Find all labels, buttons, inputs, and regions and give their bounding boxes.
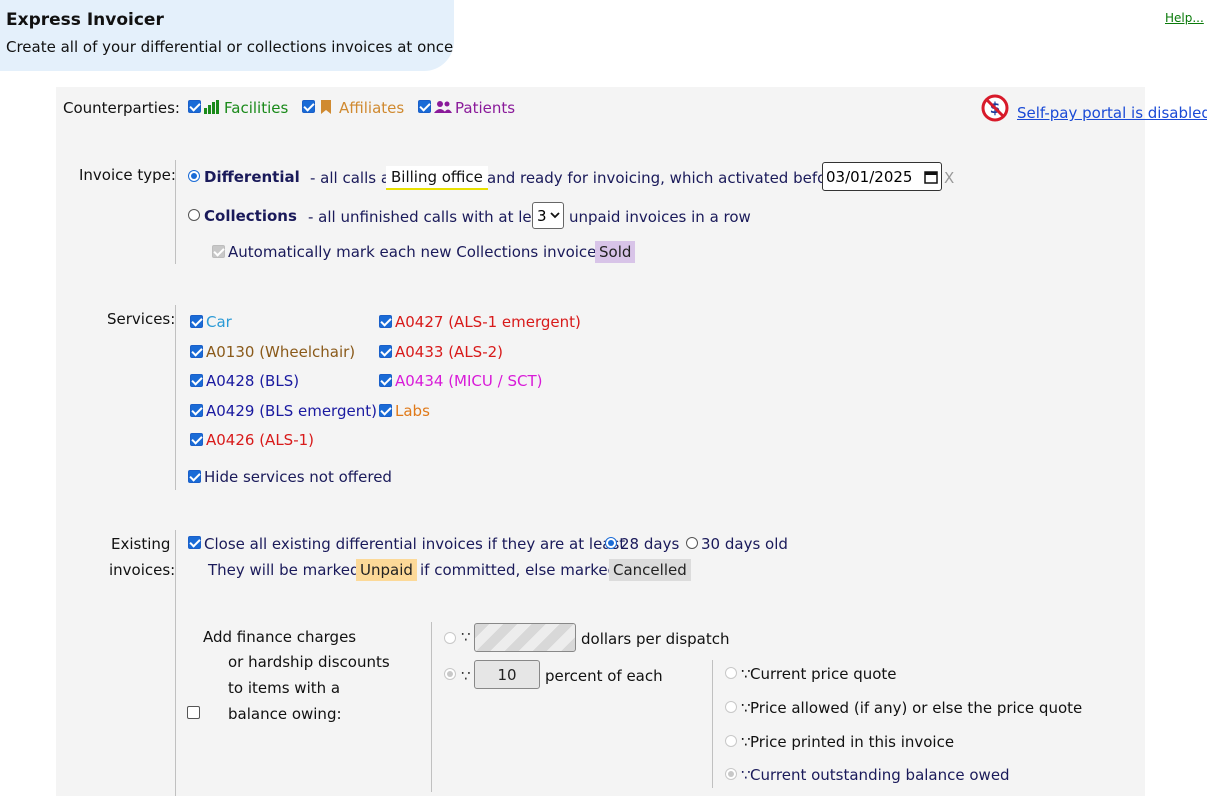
service-checkbox-labs[interactable] bbox=[379, 404, 392, 417]
divider bbox=[431, 622, 432, 792]
service-label: Car bbox=[206, 313, 232, 331]
invoice-type-label: Invoice type: bbox=[79, 166, 176, 184]
page-subtitle: Create all of your differential or colle… bbox=[6, 38, 454, 56]
basis-radio-printed[interactable] bbox=[725, 735, 737, 747]
selfpay-portal-link[interactable]: Self-pay portal is disabled bbox=[1017, 104, 1207, 122]
collections-text1: - all unfinished calls with at least bbox=[308, 208, 555, 226]
days-28-radio[interactable] bbox=[605, 537, 617, 549]
service-checkbox-car[interactable] bbox=[190, 315, 203, 328]
percent-label: percent of each bbox=[545, 667, 663, 685]
divider bbox=[175, 530, 176, 796]
help-link[interactable]: Help... bbox=[1165, 11, 1204, 25]
service-label: A0433 (ALS-2) bbox=[395, 343, 504, 361]
dollars-input[interactable] bbox=[474, 623, 576, 652]
service-checkbox-a0434[interactable] bbox=[379, 374, 392, 387]
facilities-label: Facilities bbox=[224, 99, 289, 117]
service-label: A0434 (MICU / SCT) bbox=[395, 372, 543, 390]
differential-text2: and ready for invoicing, which activated… bbox=[487, 169, 842, 187]
existing-label-line2: invoices: bbox=[109, 561, 176, 579]
service-label: A0427 (ALS-1 emergent) bbox=[395, 313, 581, 331]
basis-label: Price printed in this invoice bbox=[750, 733, 955, 751]
clear-date-button[interactable]: X bbox=[944, 169, 954, 187]
hide-services-checkbox[interactable] bbox=[188, 470, 201, 483]
no-selfpay-icon: $ bbox=[981, 94, 1009, 122]
location-selector[interactable]: Billing office bbox=[386, 166, 488, 190]
basis-label: Current outstanding balance owed bbox=[750, 766, 1010, 784]
close-existing-text: Close all existing differential invoices… bbox=[204, 535, 626, 553]
patients-checkbox[interactable] bbox=[418, 100, 431, 113]
close-existing-checkbox[interactable] bbox=[188, 536, 201, 549]
differential-text1: - all calls at bbox=[310, 169, 396, 187]
services-label: Services: bbox=[107, 310, 176, 328]
days-30-label: 30 days old bbox=[701, 535, 788, 553]
cancelled-badge: Cancelled bbox=[609, 559, 691, 581]
days-30-radio[interactable] bbox=[686, 537, 698, 549]
basis-label: Current price quote bbox=[750, 665, 897, 683]
divider bbox=[712, 660, 713, 788]
differential-radio[interactable] bbox=[188, 170, 200, 182]
days-28-label: 28 days bbox=[620, 535, 680, 553]
finance-line1: Add finance charges bbox=[203, 628, 357, 646]
marked-text1: They will be marked bbox=[208, 561, 360, 579]
finance-line4: balance owing: bbox=[228, 705, 342, 723]
basis-label: Price allowed (if any) or else the price… bbox=[750, 699, 1083, 717]
percent-input[interactable]: 10 bbox=[474, 660, 540, 689]
service-checkbox-a0433[interactable] bbox=[379, 345, 392, 358]
header-banner: Express Invoicer Create all of your diff… bbox=[0, 0, 454, 71]
drag-handle[interactable]: ∵ bbox=[461, 667, 471, 685]
service-checkbox-a0428[interactable] bbox=[190, 374, 203, 387]
date-value: 03/01/2025 bbox=[826, 168, 913, 186]
count-value: 3 bbox=[537, 207, 547, 225]
service-label: A0429 (BLS emergent) bbox=[206, 402, 377, 420]
page-title: Express Invoicer bbox=[6, 10, 164, 30]
affiliates-checkbox[interactable] bbox=[302, 100, 315, 113]
collections-radio[interactable] bbox=[188, 209, 200, 221]
patients-label: Patients bbox=[455, 99, 516, 117]
affiliates-label: Affiliates bbox=[339, 99, 405, 117]
calendar-icon[interactable] bbox=[924, 170, 938, 184]
service-label: Labs bbox=[395, 402, 430, 420]
unpaid-badge: Unpaid bbox=[356, 559, 417, 581]
unpaid-count-select[interactable]: 3 bbox=[532, 202, 564, 229]
users-icon bbox=[434, 101, 452, 113]
auto-mark-text: Automatically mark each new Collections … bbox=[228, 243, 619, 261]
dollars-radio[interactable] bbox=[444, 632, 456, 644]
drag-handle[interactable]: ∵ bbox=[461, 628, 471, 646]
service-checkbox-a0429[interactable] bbox=[190, 404, 203, 417]
facilities-checkbox[interactable] bbox=[188, 100, 201, 113]
activation-date-input[interactable]: 03/01/2025 bbox=[822, 162, 942, 191]
basis-radio-allowed[interactable] bbox=[725, 701, 737, 713]
auto-mark-checkbox[interactable] bbox=[212, 245, 225, 258]
service-label: A0426 (ALS-1) bbox=[206, 431, 315, 449]
finance-checkbox[interactable] bbox=[187, 706, 200, 719]
finance-line2: or hardship discounts bbox=[228, 653, 390, 671]
collections-text2: unpaid invoices in a row bbox=[569, 208, 751, 226]
bookmark-icon bbox=[321, 100, 331, 114]
counterparties-label: Counterparties: bbox=[63, 99, 180, 117]
sold-badge: Sold bbox=[595, 241, 636, 263]
divider bbox=[175, 160, 176, 264]
service-checkbox-a0426[interactable] bbox=[190, 433, 203, 446]
differential-title: Differential bbox=[204, 168, 300, 186]
service-label: A0428 (BLS) bbox=[206, 372, 300, 390]
divider bbox=[175, 305, 176, 490]
basis-radio-quote[interactable] bbox=[725, 667, 737, 679]
service-checkbox-a0427[interactable] bbox=[379, 315, 392, 328]
marked-text2: if committed, else marked bbox=[420, 561, 618, 579]
existing-label-line1: Existing bbox=[111, 535, 171, 553]
chevron-down-icon bbox=[550, 212, 560, 219]
dollars-label: dollars per dispatch bbox=[581, 630, 730, 648]
percent-radio[interactable] bbox=[444, 668, 456, 680]
finance-line3: to items with a bbox=[228, 679, 341, 697]
service-checkbox-a0130[interactable] bbox=[190, 345, 203, 358]
hide-services-label: Hide services not offered bbox=[204, 468, 392, 486]
collections-title: Collections bbox=[204, 207, 297, 225]
service-label: A0130 (Wheelchair) bbox=[206, 343, 356, 361]
facilities-icon bbox=[204, 100, 219, 114]
basis-radio-balance[interactable] bbox=[725, 768, 737, 780]
